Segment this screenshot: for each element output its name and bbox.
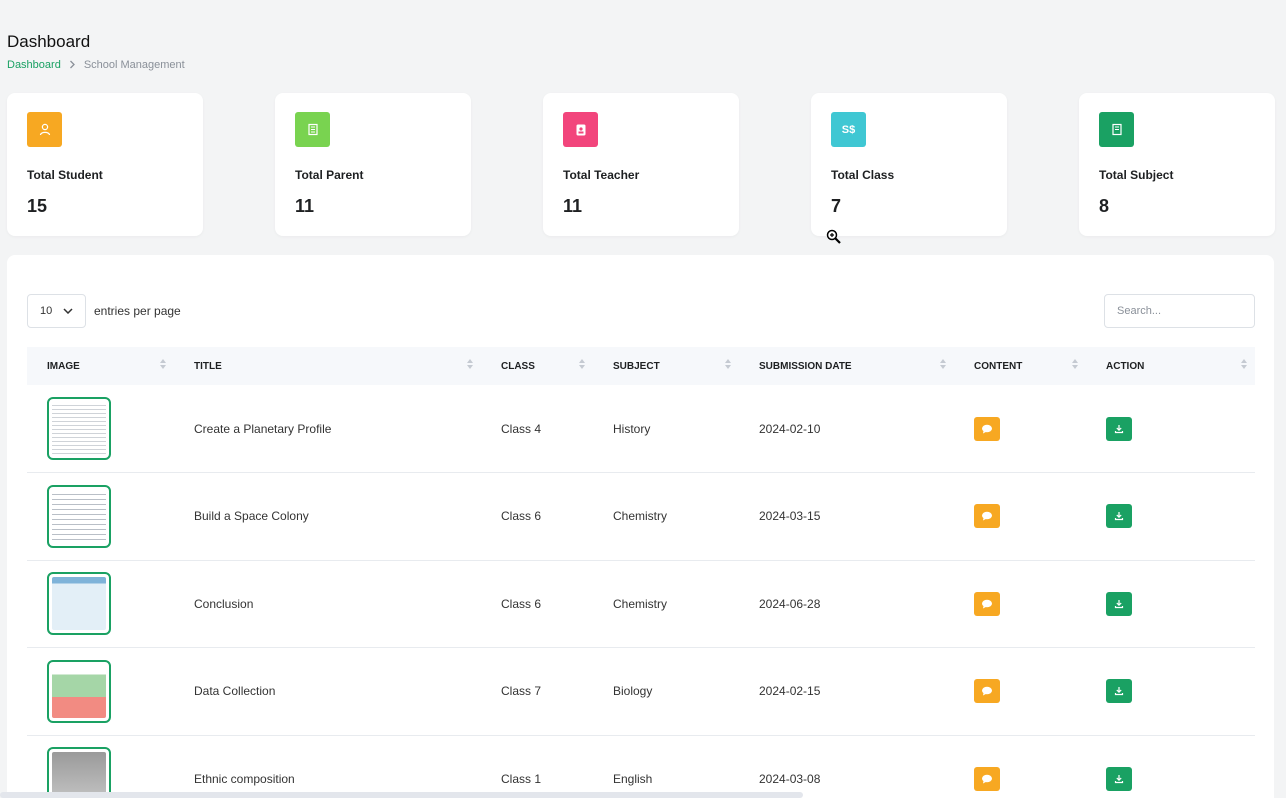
comment-icon — [982, 599, 992, 609]
stat-label: Total Student — [27, 168, 103, 182]
column-header-content[interactable]: CONTENT — [954, 347, 1086, 385]
download-icon — [1114, 424, 1124, 433]
cell-subject: English — [613, 771, 653, 786]
column-header-class[interactable]: CLASS — [481, 347, 593, 385]
submission-thumbnail[interactable] — [47, 397, 111, 460]
column-header-action[interactable]: ACTION — [1086, 347, 1255, 385]
comment-icon — [982, 424, 992, 433]
breadcrumb-current: School Management — [83, 59, 185, 71]
cell-subject: Chemistry — [613, 596, 668, 611]
id-badge-icon — [563, 112, 598, 147]
sort-icon — [467, 359, 473, 369]
cell-title: Ethnic composition — [194, 771, 295, 786]
building-icon — [295, 112, 330, 147]
stat-card-total-subject: Total Subject 8 — [1079, 93, 1275, 236]
user-icon — [27, 112, 62, 147]
book-icon — [1099, 112, 1134, 147]
cell-subject: History — [613, 421, 651, 436]
sort-icon — [579, 359, 585, 369]
stat-value: 7 — [831, 196, 842, 216]
sort-icon — [940, 359, 946, 369]
view-content-button[interactable] — [974, 416, 1000, 441]
sort-icon — [160, 359, 166, 369]
column-header-title[interactable]: TITLE — [174, 347, 481, 385]
stat-label: Total Subject — [1099, 168, 1174, 182]
stat-value: 11 — [563, 196, 583, 216]
cell-class: Class 6 — [501, 596, 542, 611]
download-button[interactable] — [1106, 591, 1132, 616]
search-input[interactable] — [1104, 294, 1255, 328]
stat-card-total-teacher: Total Teacher 11 — [543, 93, 739, 236]
view-content-button[interactable] — [974, 679, 1000, 704]
cell-subject: Chemistry — [613, 509, 668, 524]
cell-date: 2024-03-15 — [759, 509, 821, 524]
cell-date: 2024-02-10 — [759, 421, 821, 436]
cell-subject: Biology — [613, 684, 653, 699]
comment-icon — [982, 511, 992, 521]
stat-card-total-parent: Total Parent 11 — [275, 93, 471, 236]
table-row: Create a Planetary Profile Class 4 Histo… — [27, 385, 1255, 473]
chevron-down-icon — [63, 305, 73, 317]
view-content-button[interactable] — [974, 766, 1000, 791]
column-header-submission-date[interactable]: SUBMISSION DATE — [739, 347, 954, 385]
breadcrumb: Dashboard School Management — [7, 58, 185, 72]
sort-icon — [725, 359, 731, 369]
cell-class: Class 1 — [501, 771, 542, 786]
comment-icon — [982, 686, 992, 696]
download-icon — [1114, 687, 1124, 696]
cell-class: Class 7 — [501, 684, 542, 699]
page-title: Dashboard — [7, 32, 91, 51]
breadcrumb-link-dashboard[interactable]: Dashboard — [7, 59, 61, 71]
entries-label: entries per page — [94, 304, 181, 318]
submissions-panel: 10 entries per page IMAGE TITLE CLASS SU… — [7, 255, 1274, 798]
currency-icon: S$ — [831, 112, 866, 147]
sort-icon — [1241, 359, 1247, 369]
submission-thumbnail[interactable] — [47, 747, 111, 798]
submission-thumbnail[interactable] — [47, 572, 111, 636]
column-header-image[interactable]: IMAGE — [27, 347, 174, 385]
download-button[interactable] — [1106, 416, 1132, 441]
cell-title: Create a Planetary Profile — [194, 421, 332, 436]
comment-icon — [982, 774, 992, 784]
view-content-button[interactable] — [974, 591, 1000, 616]
stat-card-total-class: S$ Total Class 7 — [811, 93, 1007, 236]
download-button[interactable] — [1106, 679, 1132, 704]
view-content-button[interactable] — [974, 504, 1000, 529]
sort-icon — [1072, 359, 1078, 369]
stat-card-total-student: Total Student 15 — [7, 93, 203, 236]
download-icon — [1114, 774, 1124, 783]
table-row: Data Collection Class 7 Biology 2024-02-… — [27, 648, 1255, 735]
cell-date: 2024-03-08 — [759, 771, 821, 786]
submission-thumbnail[interactable] — [47, 659, 111, 723]
horizontal-scrollbar[interactable] — [0, 792, 803, 798]
table-row: Ethnic composition Class 1 English 2024-… — [27, 735, 1255, 798]
cell-title: Conclusion — [194, 596, 254, 611]
entries-per-page-select[interactable]: 10 — [27, 294, 86, 328]
download-button[interactable] — [1106, 766, 1132, 791]
cell-date: 2024-06-28 — [759, 596, 821, 611]
stat-label: Total Class — [831, 168, 895, 182]
submission-thumbnail[interactable] — [47, 484, 111, 548]
download-button[interactable] — [1106, 504, 1132, 529]
cell-title: Build a Space Colony — [194, 509, 309, 524]
stat-value: 8 — [1099, 196, 1110, 216]
chevron-right-icon — [69, 58, 76, 72]
stat-label: Total Teacher — [563, 168, 640, 182]
entries-value: 10 — [40, 305, 53, 317]
cell-class: Class 4 — [501, 421, 542, 436]
stat-value: 11 — [295, 196, 315, 216]
stat-value: 15 — [27, 196, 48, 216]
download-icon — [1114, 599, 1124, 608]
table-header-row: IMAGE TITLE CLASS SUBJECT SUBMISSION DAT… — [27, 347, 1255, 385]
download-icon — [1114, 512, 1124, 521]
column-header-subject[interactable]: SUBJECT — [593, 347, 739, 385]
cell-class: Class 6 — [501, 509, 542, 524]
submissions-table: IMAGE TITLE CLASS SUBJECT SUBMISSION DAT… — [27, 347, 1255, 798]
cell-date: 2024-02-15 — [759, 684, 821, 699]
stat-label: Total Parent — [295, 168, 364, 182]
table-row: Build a Space Colony Class 6 Chemistry 2… — [27, 473, 1255, 560]
table-row: Conclusion Class 6 Chemistry 2024-06-28 — [27, 560, 1255, 648]
cell-title: Data Collection — [194, 684, 276, 699]
zoom-cursor-icon — [826, 229, 842, 250]
